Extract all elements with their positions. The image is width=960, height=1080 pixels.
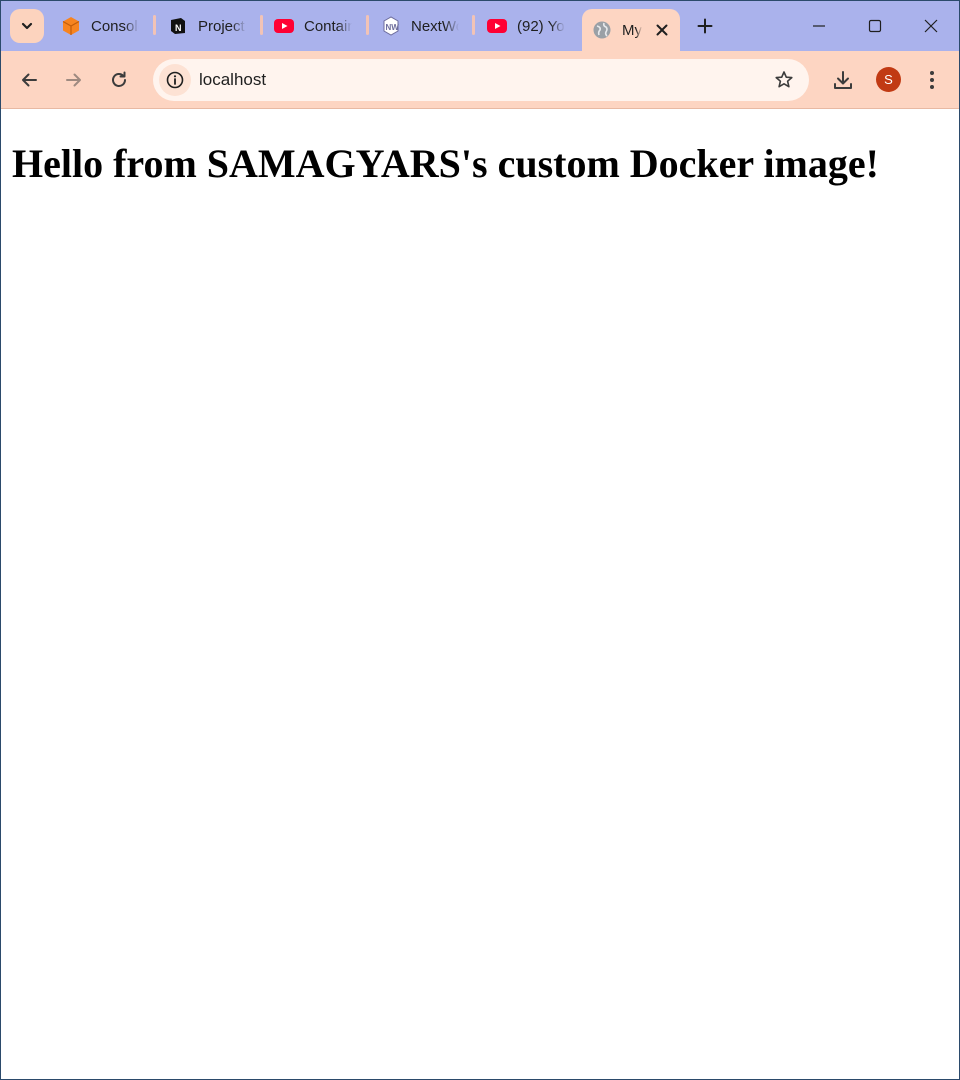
- address-bar[interactable]: localhost: [153, 59, 809, 101]
- menu-button[interactable]: [915, 63, 949, 97]
- tab-console[interactable]: Console: [51, 9, 153, 43]
- nextwork-icon: NW: [381, 16, 401, 36]
- chevron-down-icon: [21, 22, 33, 30]
- reload-icon: [112, 71, 126, 87]
- svg-text:N: N: [175, 23, 182, 33]
- page-content: Hello from SAMAGYARS's custom Docker ima…: [1, 110, 959, 1079]
- close-icon: [924, 19, 937, 33]
- plus-icon: [697, 18, 713, 34]
- tab-title: Console: [91, 17, 139, 35]
- tab-project[interactable]: N Project: [158, 9, 260, 43]
- tab-separator: [472, 15, 475, 35]
- youtube-icon: [274, 16, 294, 36]
- notion-icon: N: [168, 16, 188, 36]
- tab-youtube[interactable]: (92) YouTube: [477, 9, 579, 43]
- aws-cube-icon: [61, 16, 81, 36]
- close-window-button[interactable]: [902, 1, 959, 51]
- tab-active[interactable]: My: [582, 9, 680, 51]
- tab-title: Project: [198, 17, 245, 35]
- tab-title: NextWork: [411, 17, 459, 35]
- minimize-icon: [812, 25, 825, 27]
- reload-button[interactable]: [102, 63, 136, 97]
- youtube-icon: [487, 16, 507, 36]
- bookmark-button[interactable]: [771, 67, 797, 93]
- download-icon: [834, 71, 852, 89]
- tab-nextwork[interactable]: NW NextWork: [371, 9, 473, 43]
- tab-container[interactable]: Container: [264, 9, 366, 43]
- close-tab-icon[interactable]: [652, 20, 672, 40]
- globe-icon: [592, 20, 612, 40]
- arrow-left-icon: [22, 73, 37, 87]
- kebab-menu-icon: [930, 71, 934, 89]
- arrow-right-icon: [66, 73, 81, 87]
- browser-toolbar: localhost: [1, 51, 959, 109]
- tab-separator: [260, 15, 263, 35]
- tab-separator: [153, 15, 156, 35]
- browser-window: Console N Project Container NW NextWork: [0, 0, 960, 1080]
- downloads-button[interactable]: [826, 63, 860, 97]
- tab-separator: [366, 15, 369, 35]
- star-icon: [775, 71, 793, 88]
- site-info-button[interactable]: [159, 64, 191, 96]
- profile-avatar[interactable]: S: [876, 67, 901, 92]
- url-text[interactable]: localhost: [199, 70, 266, 90]
- tab-title: (92) YouTube: [517, 17, 565, 35]
- tab-strip: Console N Project Container NW NextWork: [1, 1, 959, 51]
- tab-title: My: [622, 21, 642, 39]
- tab-title: Container: [304, 17, 352, 35]
- back-button[interactable]: [12, 63, 46, 97]
- info-icon: [166, 71, 184, 89]
- tab-search-button[interactable]: [10, 9, 44, 43]
- new-tab-button[interactable]: [691, 12, 719, 40]
- forward-button[interactable]: [57, 63, 91, 97]
- maximize-icon: [868, 19, 881, 33]
- svg-text:NW: NW: [386, 23, 400, 32]
- page-heading: Hello from SAMAGYARS's custom Docker ima…: [12, 141, 879, 186]
- minimize-button[interactable]: [790, 1, 847, 51]
- maximize-button[interactable]: [846, 1, 903, 51]
